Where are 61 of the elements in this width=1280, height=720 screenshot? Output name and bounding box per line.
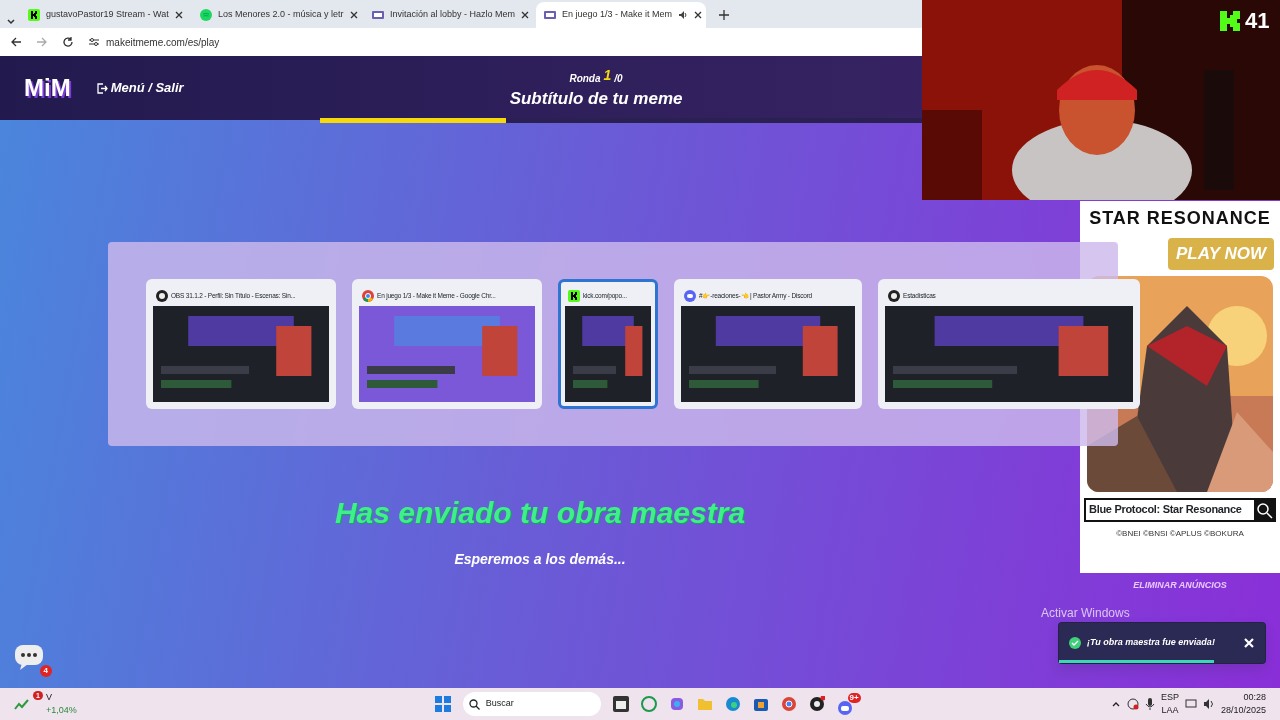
- taskbar-search[interactable]: Buscar: [462, 692, 601, 716]
- terminal-icon[interactable]: [612, 696, 629, 712]
- site-settings-icon: [88, 36, 100, 48]
- round-label: Ronda: [569, 71, 601, 86]
- close-icon[interactable]: [521, 11, 530, 19]
- round-number: 1: [603, 65, 612, 85]
- status-subtitle: Esperemos a los demás...: [454, 550, 626, 569]
- close-icon[interactable]: [694, 11, 703, 19]
- display-icon[interactable]: [1184, 698, 1197, 710]
- browser-tab[interactable]: En juego 1/3 - Make it Mem: [536, 2, 706, 28]
- microphone-icon[interactable]: [1144, 698, 1155, 710]
- remove-ads-link[interactable]: ELIMINAR ANÚNCIOS: [1133, 579, 1227, 593]
- chat-icon: [836, 699, 853, 716]
- chat-icon: [684, 290, 696, 302]
- stock-change: +1,04%: [45, 704, 77, 717]
- start-icon[interactable]: [434, 696, 451, 712]
- chat-button[interactable]: 4: [14, 643, 52, 677]
- logo: MiM: [24, 73, 71, 103]
- back-icon[interactable]: [10, 36, 22, 48]
- clock[interactable]: 00:28 28/10/2025: [1220, 690, 1266, 718]
- kick-icon: [1218, 8, 1242, 33]
- chart-icon: [14, 698, 30, 710]
- check-icon: [1069, 637, 1081, 649]
- kick-icon: [28, 9, 40, 21]
- viewer-count: 41: [1245, 7, 1270, 35]
- language-switcher[interactable]: ESP LAA: [1160, 690, 1179, 718]
- ad-logo: STAR RESONANCE: [1089, 207, 1271, 230]
- kick-icon: [568, 290, 580, 302]
- notification-badge: 9+: [847, 692, 861, 703]
- copyright-text: ©BNEI ©BNSI ©APLUS ©BOKURA: [1116, 527, 1244, 540]
- chat-icon: [14, 643, 44, 671]
- reload-icon[interactable]: [62, 36, 74, 48]
- taskbar-app[interactable]: 9+: [836, 692, 861, 716]
- round-total: /0: [614, 71, 623, 86]
- toast-notification: ¡Tu obra maestra fue enviada!: [1058, 622, 1266, 664]
- exit-icon: [96, 82, 108, 94]
- record-icon[interactable]: [808, 696, 825, 712]
- page-title: Subtítulo de tu meme: [509, 87, 683, 110]
- search-icon: [1254, 499, 1274, 520]
- url-text: makeitmeme.com/es/play: [106, 35, 220, 50]
- speaker-icon[interactable]: [1202, 698, 1215, 710]
- close-icon[interactable]: [174, 11, 183, 19]
- browser-icon[interactable]: [780, 696, 797, 712]
- music-icon: [200, 9, 212, 21]
- search-icon: [468, 698, 480, 710]
- browser-icon: [362, 290, 374, 302]
- store-icon[interactable]: [752, 696, 769, 712]
- network-icon[interactable]: [1126, 698, 1139, 710]
- close-icon[interactable]: [349, 11, 358, 19]
- stock-name: V: [45, 690, 53, 704]
- browser-tab[interactable]: gustavoPastor19 Stream - Wat: [20, 2, 190, 28]
- activation-notice: Activar Windows: [1041, 605, 1130, 622]
- new-tab-icon[interactable]: [718, 9, 730, 21]
- record-icon: [156, 290, 168, 302]
- menu-link[interactable]: Menú / Salir: [96, 78, 184, 98]
- address-bar[interactable]: makeitmeme.com/es/play: [88, 34, 220, 50]
- browser-tab[interactable]: Invitación al lobby - Hazlo Mem: [364, 2, 534, 28]
- browser-tab[interactable]: Los Menores 2.0 - música y letr: [192, 2, 362, 28]
- ad-search-box[interactable]: Blue Protocol: Star Resonance: [1084, 497, 1276, 522]
- status-title: Has enviado tu obra maestra: [334, 495, 746, 531]
- record-icon: [888, 290, 900, 302]
